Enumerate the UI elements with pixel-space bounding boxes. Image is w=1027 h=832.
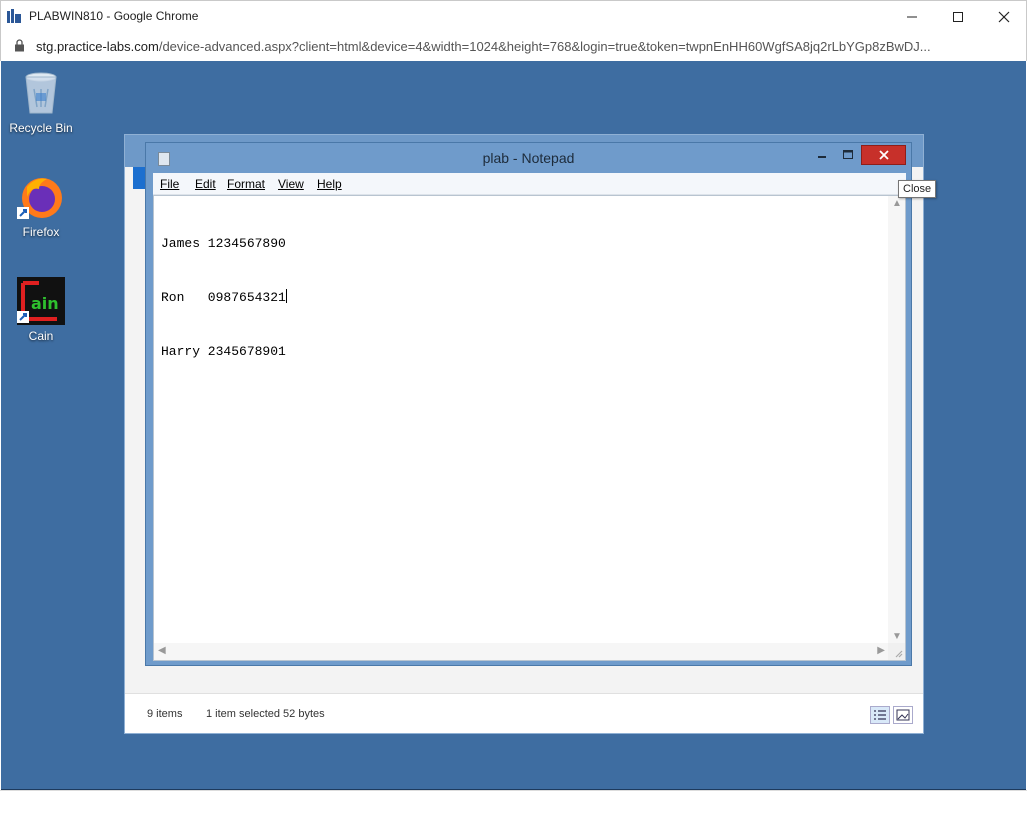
- scroll-right-icon[interactable]: ▶: [877, 645, 885, 656]
- chrome-titlebar: PLABWIN810 - Google Chrome: [0, 0, 1027, 31]
- menu-view-label: View: [278, 177, 304, 191]
- firefox-icon: [17, 178, 62, 219]
- menu-format[interactable]: Format: [227, 177, 265, 191]
- close-icon: [998, 11, 1010, 22]
- menu-file-label: File: [160, 177, 180, 191]
- notepad-titlebar[interactable]: plab - Notepad: [146, 143, 911, 173]
- explorer-status-bar: 9 items 1 item selected 52 bytes: [125, 693, 923, 733]
- details-view-icon: [874, 710, 886, 720]
- notepad-text-area[interactable]: James 1234567890 Ron 0987654321 Harry 23…: [153, 195, 906, 661]
- scroll-down-icon[interactable]: ▼: [892, 631, 902, 642]
- notepad-maximize-button[interactable]: [836, 145, 860, 165]
- url-path: /device-advanced.aspx?client=html&device…: [158, 39, 931, 54]
- menu-edit[interactable]: Edit: [195, 177, 216, 191]
- menu-file[interactable]: File: [160, 177, 179, 191]
- text-line: Harry 2345678901: [161, 344, 286, 359]
- scroll-left-icon[interactable]: ◀: [158, 645, 166, 656]
- menu-help[interactable]: Help: [317, 177, 342, 191]
- selection-info: 1 item selected 52 bytes: [206, 708, 325, 720]
- close-button[interactable]: [981, 1, 1027, 32]
- notepad-close-button[interactable]: [861, 145, 906, 165]
- minimize-button[interactable]: [889, 1, 935, 32]
- maximize-button[interactable]: [935, 1, 981, 32]
- lock-icon: [15, 39, 24, 52]
- minimize-icon: [907, 16, 917, 17]
- notepad-window[interactable]: plab - Notepad File Edit Format View Hel…: [145, 142, 912, 666]
- remote-desktop[interactable]: Recycle Bin Firefox ain Cain 9 items 1 i…: [1, 61, 1026, 790]
- url-text[interactable]: stg.practice-labs.com/device-advanced.as…: [36, 39, 1016, 54]
- large-icons-view-button[interactable]: [893, 706, 913, 724]
- desktop-icon-label: Firefox: [22, 225, 60, 239]
- notepad-menubar: File Edit Format View Help: [153, 173, 906, 195]
- vertical-scrollbar[interactable]: ▲ ▼: [888, 196, 905, 644]
- resize-grip[interactable]: [888, 643, 905, 660]
- text-line-with-caret: Ron 0987654321: [161, 289, 287, 307]
- recycle-bin-icon: [25, 72, 57, 114]
- cain-icon: ain: [17, 277, 65, 325]
- desktop-icon-recycle-bin[interactable]: Recycle Bin: [2, 69, 80, 135]
- desktop-icon-cain[interactable]: ain Cain: [2, 277, 80, 343]
- window-title: PLABWIN810 - Google Chrome: [29, 9, 199, 23]
- scroll-up-icon[interactable]: ▲: [892, 198, 902, 209]
- text-caret: [285, 289, 287, 303]
- url-host: stg.practice-labs.com: [36, 39, 159, 54]
- notepad-title: plab - Notepad: [482, 150, 575, 166]
- horizontal-scrollbar[interactable]: ◀ ▶: [154, 643, 889, 660]
- menu-edit-label: Edit: [195, 177, 216, 191]
- details-view-button[interactable]: [870, 706, 890, 724]
- maximize-icon: [843, 150, 853, 159]
- maximize-icon: [953, 11, 963, 22]
- desktop-icon-firefox[interactable]: Firefox: [2, 173, 80, 239]
- notepad-minimize-button[interactable]: [810, 145, 834, 165]
- menu-format-label: Format: [227, 177, 266, 191]
- text-line: James 1234567890: [161, 236, 286, 251]
- close-tooltip: Close: [898, 180, 937, 198]
- item-count: 9 items: [147, 708, 183, 720]
- close-icon: [878, 150, 889, 160]
- resize-grip-icon: [895, 650, 903, 658]
- text-line: Ron 0987654321: [161, 290, 286, 305]
- desktop-icon-label: Cain: [28, 329, 54, 343]
- menu-view[interactable]: View: [278, 177, 304, 191]
- svg-text:ain: ain: [31, 294, 59, 313]
- minimize-icon: [818, 156, 826, 158]
- large-icons-view-icon: [896, 709, 910, 721]
- remote-desktop-app-icon: [7, 9, 21, 23]
- address-bar[interactable]: stg.practice-labs.com/device-advanced.as…: [0, 31, 1027, 61]
- menu-help-label: Help: [317, 177, 342, 191]
- desktop-icon-label: Recycle Bin: [9, 121, 73, 135]
- browser-bottom-edge: [0, 790, 1027, 832]
